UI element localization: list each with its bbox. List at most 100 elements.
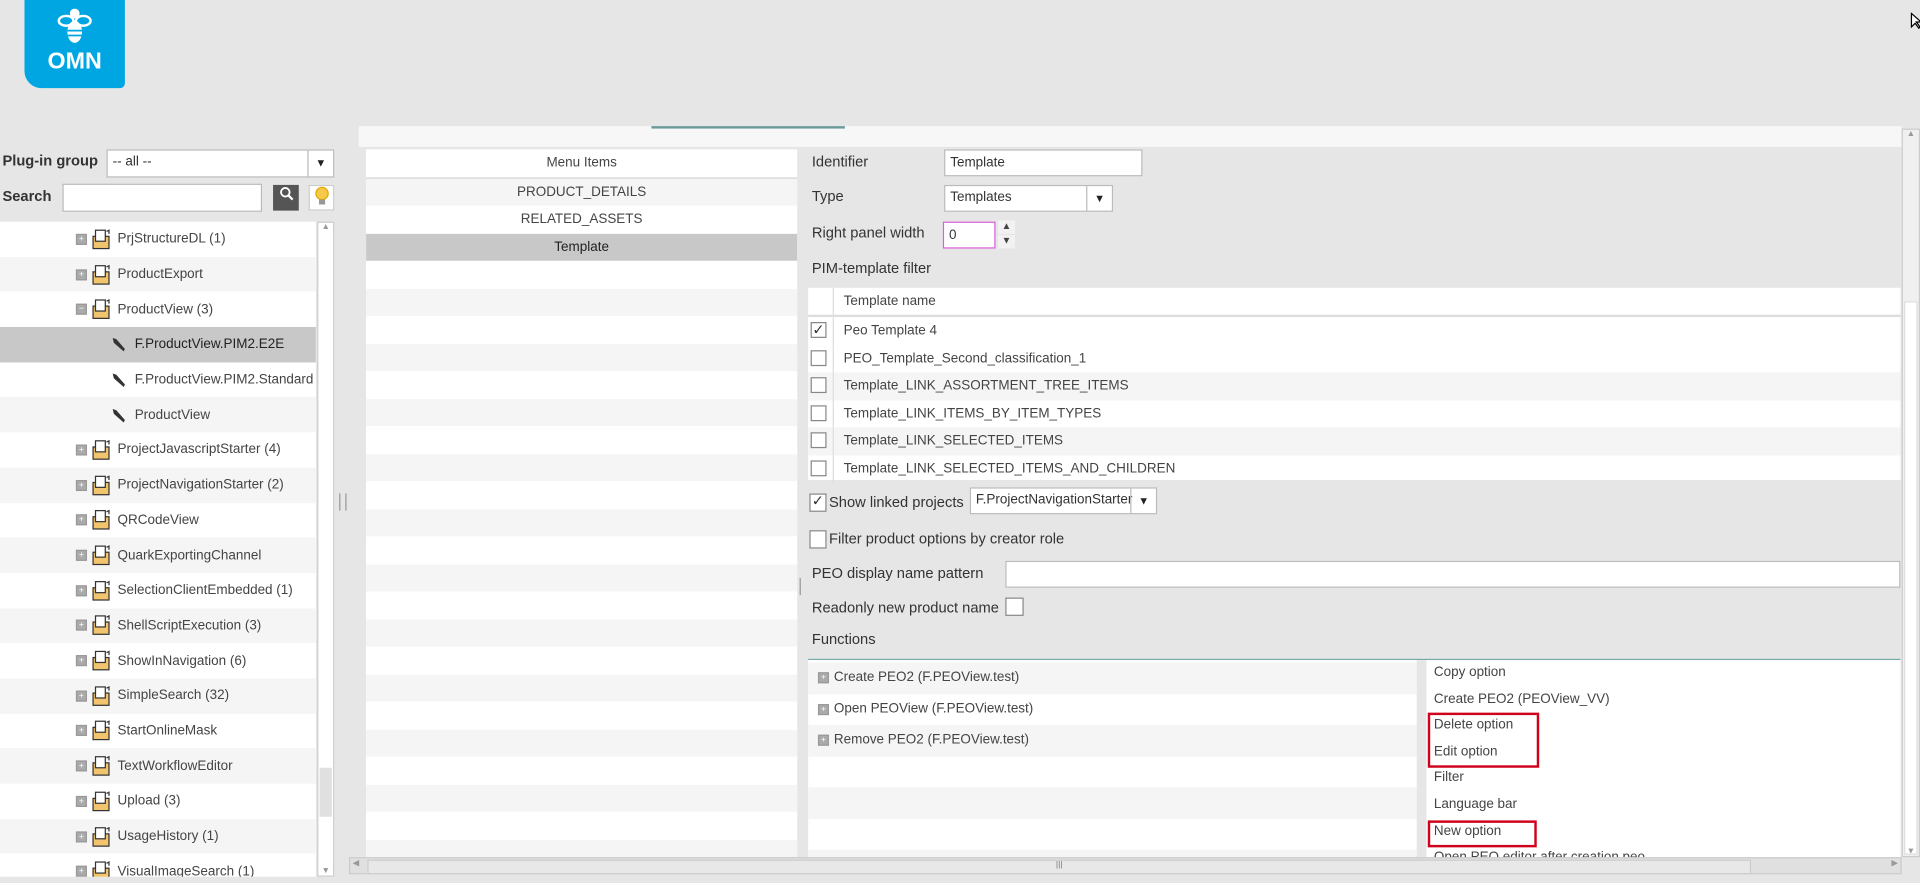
expand-icon[interactable]: + (75, 690, 87, 702)
chevron-down-icon[interactable]: ▼ (1086, 186, 1112, 211)
template-checkbox[interactable]: ✓ (810, 322, 827, 338)
template-row[interactable]: ✓ Peo Template 4 (808, 317, 1901, 345)
scroll-up-icon[interactable]: ▲ (318, 223, 333, 232)
tree-item[interactable]: + ShellScriptExecution (3) (0, 608, 316, 644)
template-row[interactable]: Template_LINK_ASSORTMENT_TREE_ITEMS (808, 372, 1901, 401)
expand-icon[interactable]: + (75, 655, 87, 667)
expand-icon[interactable]: + (817, 735, 829, 747)
hint-button[interactable] (308, 184, 335, 211)
chevron-down-icon[interactable]: ▼ (307, 150, 333, 177)
plugin-group-select[interactable]: -- all -- ▼ (106, 149, 335, 178)
search-input[interactable] (62, 183, 263, 212)
main-horizontal-scrollbar[interactable]: ◀ ||| ▶ (348, 857, 1902, 875)
template-row[interactable]: PEO_Template_Second_classification_1 (808, 344, 1900, 373)
tree-item[interactable]: + UsageHistory (1) (0, 818, 316, 854)
tree-item[interactable]: + VisualImageSearch (1) (0, 854, 316, 877)
expand-icon[interactable]: + (817, 703, 829, 715)
filter-role-checkbox[interactable] (809, 530, 827, 549)
available-function-item[interactable]: Create PEO2 (PEOView_VV) (1428, 686, 1901, 712)
collapse-icon[interactable]: − (75, 303, 87, 315)
tree-item[interactable]: + Upload (3) (0, 784, 316, 819)
expand-icon[interactable]: + (75, 620, 87, 632)
tree-item[interactable]: + ProjectNavigationStarter (2) (0, 467, 316, 503)
scroll-right-icon[interactable]: ▶ (1891, 858, 1898, 869)
menu-item[interactable]: PRODUCT_DETAILS (366, 178, 798, 206)
template-checkbox[interactable] (810, 460, 827, 477)
template-name: Template_LINK_SELECTED_ITEMS_AND_CHILDRE… (843, 461, 1176, 477)
function-item[interactable]: + Open PEOView (F.PEOView.test) (808, 694, 1417, 725)
search-button[interactable] (273, 184, 299, 211)
expand-icon[interactable]: + (75, 444, 87, 456)
expand-icon[interactable]: + (75, 760, 87, 772)
scroll-thumb[interactable] (1904, 301, 1918, 855)
scroll-down-icon[interactable]: ▼ (318, 867, 333, 876)
expand-icon[interactable]: + (75, 865, 87, 877)
tree-item[interactable]: + SelectionClientEmbedded (1) (0, 573, 316, 608)
omn-logo[interactable]: OMN (24, 0, 125, 89)
tree-item[interactable]: ProductView (0, 397, 316, 433)
identifier-input[interactable] (944, 149, 1143, 177)
template-checkbox[interactable] (810, 432, 827, 449)
tree-item[interactable]: F.ProductView.PIM2.E2E (0, 327, 316, 363)
expand-icon[interactable]: + (75, 514, 87, 526)
tree-item[interactable]: + PrjStructureDL (1) (0, 222, 316, 257)
template-name-header[interactable]: Template name (844, 288, 936, 315)
tree-item[interactable]: + SimpleSearch (32) (0, 678, 316, 714)
function-empty-row (808, 819, 1417, 850)
available-function-item[interactable]: Filter (1428, 766, 1901, 792)
splitter-handle[interactable] (339, 493, 347, 511)
tree-item[interactable]: F.ProductView.PIM2.Standard (0, 362, 316, 397)
expand-icon[interactable]: + (817, 672, 829, 684)
function-item[interactable]: + Create PEO2 (F.PEOView.test) (808, 662, 1417, 694)
tree-item[interactable]: + ProductExport (0, 256, 316, 292)
right-panel-width-input[interactable] (942, 221, 996, 249)
scroll-up-icon[interactable]: ▲ (1903, 130, 1919, 139)
tree-item[interactable]: + QRCodeView (0, 503, 316, 538)
linked-project-select[interactable]: F.ProjectNavigationStarter ▼ (969, 487, 1158, 515)
expand-icon[interactable]: + (75, 830, 87, 842)
available-function-item[interactable]: Language bar (1428, 792, 1901, 818)
template-row[interactable]: Template_LINK_SELECTED_ITEMS (808, 427, 1901, 456)
template-checkbox[interactable] (810, 349, 827, 366)
type-select[interactable]: Templates ▼ (944, 184, 1114, 212)
menu-item[interactable]: Template (366, 233, 798, 261)
show-linked-checkbox[interactable]: ✓ (809, 493, 827, 512)
spinner-down-icon[interactable]: ▼ (997, 235, 1016, 249)
tree-item[interactable]: + TextWorkflowEditor (0, 748, 316, 784)
function-item[interactable]: + Remove PEO2 (F.PEOView.test) (808, 724, 1417, 757)
scroll-thumb[interactable] (319, 767, 332, 817)
tree-item[interactable]: + ShowInNavigation (6) (0, 643, 316, 678)
spinner-up-icon[interactable]: ▲ (997, 220, 1016, 234)
wrench-icon (110, 406, 127, 423)
main-vertical-scrollbar[interactable]: ▲ ▼ (1901, 128, 1920, 858)
chevron-down-icon[interactable]: ▼ (1130, 488, 1156, 514)
functions-label: Functions (811, 630, 876, 648)
template-checkbox[interactable] (810, 377, 827, 394)
column-divider (832, 427, 834, 456)
available-function-item[interactable]: Copy option (1428, 660, 1901, 686)
readonly-name-checkbox[interactable] (1005, 597, 1024, 616)
menu-item[interactable]: RELATED_ASSETS (366, 205, 798, 234)
tree-item[interactable]: + StartOnlineMask (0, 713, 316, 748)
template-row[interactable]: Template_LINK_ITEMS_BY_ITEM_TYPES (808, 400, 1900, 428)
tree-item[interactable]: + ProjectJavascriptStarter (4) (0, 432, 316, 467)
scroll-left-icon[interactable]: ◀ (353, 858, 360, 869)
expand-icon[interactable]: + (75, 549, 87, 561)
scroll-thumb[interactable]: ||| (367, 859, 1752, 875)
expand-icon[interactable]: + (75, 268, 87, 280)
tree-item[interactable]: + QuarkExportingChannel (0, 537, 316, 573)
tab-active[interactable] (651, 126, 845, 129)
expand-icon[interactable]: + (75, 479, 87, 491)
function-label: Create PEO2 (F.PEOView.test) (833, 669, 1020, 685)
tree-scrollbar[interactable]: ▲ ▼ (317, 221, 335, 877)
peo-pattern-input[interactable] (1005, 560, 1901, 588)
scroll-down-icon[interactable]: ▼ (1903, 847, 1919, 856)
tree-item-label: F.ProductView.PIM2.E2E (134, 337, 285, 352)
template-checkbox[interactable] (810, 405, 827, 421)
expand-icon[interactable]: + (75, 795, 87, 807)
expand-icon[interactable]: + (75, 233, 87, 245)
expand-icon[interactable]: + (75, 725, 87, 737)
tree-item[interactable]: − ProductView (3) (0, 292, 316, 327)
template-row[interactable]: Template_LINK_SELECTED_ITEMS_AND_CHILDRE… (808, 455, 1900, 484)
expand-icon[interactable]: + (75, 584, 87, 596)
